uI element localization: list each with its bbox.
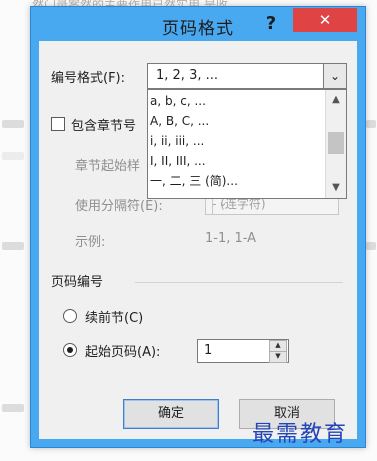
background-line	[2, 120, 24, 128]
scrollbar-thumb[interactable]	[328, 132, 344, 154]
example-label: 示例:	[75, 235, 106, 250]
watermark-logo: 最需教育	[252, 422, 349, 447]
scroll-down-icon[interactable]: ▼	[326, 182, 346, 193]
background-line	[366, 242, 376, 250]
dropdown-item[interactable]: a, b, c, ...	[150, 92, 206, 110]
dropdown-item[interactable]: 一, 二, 三 (简)...	[150, 172, 238, 190]
number-format-dropdown: a, b, c, ... A, B, C, ... i, ii, iii, ..…	[147, 89, 347, 199]
dialog-body: 编号格式(F): 1, 2, 3, ... ⌄ 包含章节号 章节起始样 使用分隔…	[39, 41, 357, 439]
background-line	[2, 152, 24, 160]
help-button[interactable]: ?	[259, 12, 283, 36]
background-line	[366, 120, 376, 128]
number-format-combo[interactable]: 1, 2, 3, ... ⌄	[147, 63, 347, 89]
background-line	[2, 242, 24, 250]
page-number-format-dialog: 页码格式 ? ✕ 编号格式(F): 1, 2, 3, ... ⌄ 包含章节号 章…	[30, 6, 366, 448]
scroll-up-icon[interactable]: ▲	[326, 94, 346, 105]
dropdown-scrollbar[interactable]: ▲ ▼	[325, 90, 346, 198]
start-at-spinner[interactable]: 1 ▲ ▼	[197, 339, 289, 363]
chevron-down-icon[interactable]: ⌄	[323, 64, 346, 88]
dropdown-item[interactable]: I, II, III, ...	[150, 152, 206, 170]
start-at-radio[interactable]	[63, 343, 77, 357]
close-button[interactable]: ✕	[293, 8, 357, 32]
start-at-value[interactable]: 1	[204, 343, 212, 358]
example-value: 1-1, 1-A	[205, 231, 257, 246]
continue-label: 续前节(C)	[85, 311, 144, 326]
radio-selected-dot	[67, 347, 73, 353]
include-chapter-checkbox[interactable]	[51, 117, 65, 131]
continue-radio[interactable]	[63, 309, 77, 323]
dropdown-item[interactable]: i, ii, iii, ...	[150, 132, 204, 150]
number-format-label: 编号格式(F):	[51, 71, 126, 86]
title-bar[interactable]: 页码格式 ? ✕	[31, 7, 365, 41]
dropdown-item[interactable]: A, B, C, ...	[150, 112, 209, 130]
group-divider	[135, 282, 343, 283]
chapter-start-style-label: 章节起始样	[75, 159, 141, 174]
number-format-value: 1, 2, 3, ...	[156, 68, 219, 83]
spin-down-icon[interactable]: ▼	[269, 351, 287, 363]
ok-button[interactable]: 确定	[123, 399, 219, 429]
page-numbering-group-label: 页码编号	[51, 275, 104, 290]
start-at-label: 起始页码(A):	[85, 345, 161, 360]
background-line	[2, 404, 24, 412]
include-chapter-label: 包含章节号	[71, 119, 137, 134]
